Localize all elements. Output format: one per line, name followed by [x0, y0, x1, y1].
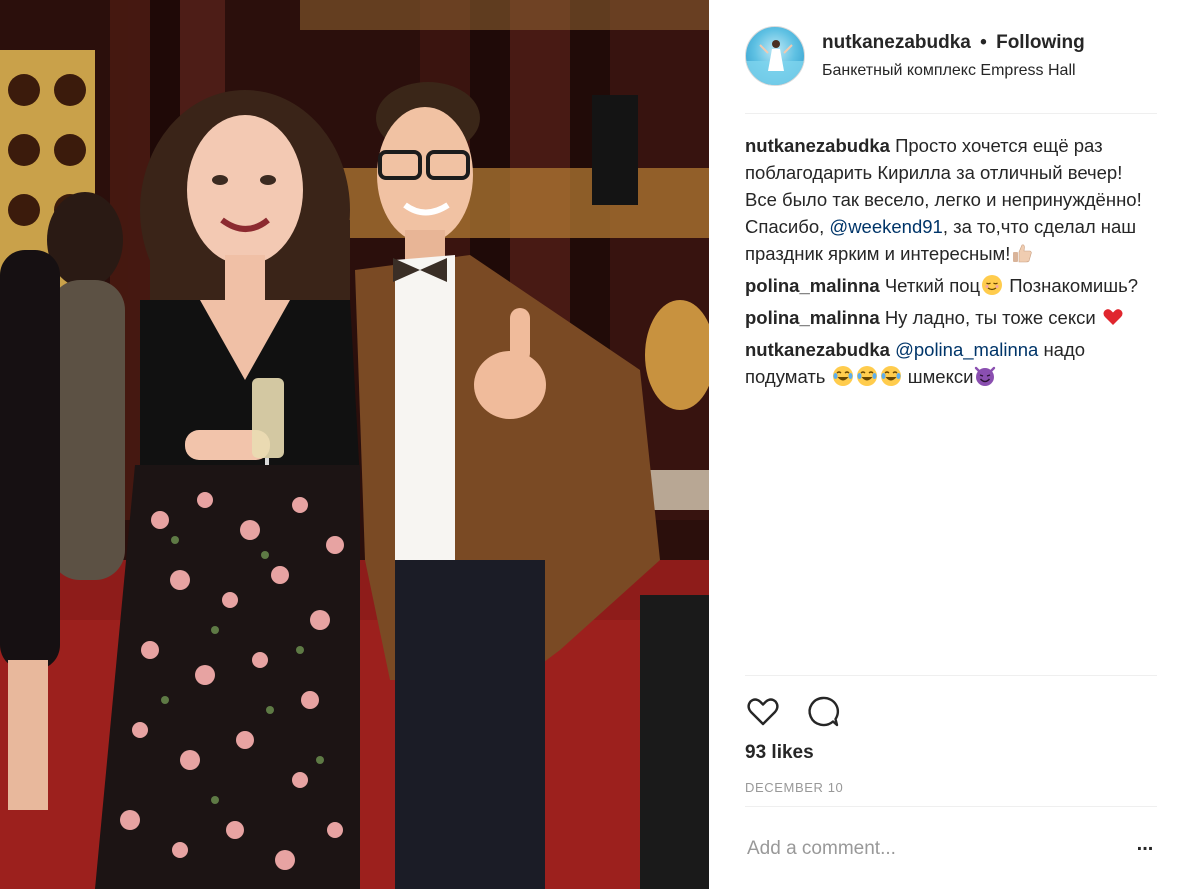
comment-text: Ну ладно, ты тоже секси: [884, 307, 1101, 328]
header-separator: •: [980, 32, 987, 53]
tears-of-joy-emoji-icon: [856, 365, 878, 387]
post-date: DECEMBER 10: [745, 780, 844, 795]
like-button[interactable]: [745, 694, 781, 730]
comment-bubble-icon: [808, 696, 840, 727]
more-options-button[interactable]: ...: [1133, 834, 1157, 861]
add-comment-bar: ...: [745, 806, 1157, 889]
author-avatar[interactable]: [745, 26, 805, 86]
following-button[interactable]: Following: [996, 32, 1085, 53]
tears-of-joy-emoji-icon: [832, 365, 854, 387]
photo-scene: [0, 0, 709, 889]
tears-of-joy-emoji-icon: [880, 365, 902, 387]
comment-username[interactable]: nutkanezabudka: [745, 135, 890, 156]
post-sidebar: nutkanezabudka • Following Банкетный ком…: [709, 0, 1200, 889]
comment-item: nutkanezabudka @polina_malinna надо поду…: [745, 336, 1157, 390]
avatar-image-icon: [746, 40, 804, 85]
thumbs-up-emoji-icon: [1011, 242, 1033, 264]
post-location[interactable]: Банкетный комплекс Empress Hall: [822, 62, 1076, 80]
comment-item: polina_malinna Четкий поц Познакомишь?: [745, 272, 1157, 299]
add-comment-input[interactable]: [747, 835, 1107, 863]
post-header: nutkanezabudka • Following Банкетный ком…: [745, 26, 1157, 114]
comment-mention[interactable]: @weekend91: [829, 216, 942, 237]
comment-username[interactable]: nutkanezabudka: [745, 339, 890, 360]
comment-text: Познакомишь?: [1004, 275, 1139, 296]
comment-username[interactable]: polina_malinna: [745, 307, 880, 328]
comment-text: шмекси: [902, 366, 974, 387]
comment-item: polina_malinna Ну ладно, ты тоже секси: [745, 304, 1157, 331]
heart-icon: [747, 698, 779, 726]
comment-username[interactable]: polina_malinna: [745, 275, 880, 296]
author-username[interactable]: nutkanezabudka: [822, 32, 971, 53]
red-heart-emoji-icon: [1102, 306, 1124, 328]
smiling-imp-emoji-icon: [974, 365, 996, 387]
relieved-face-emoji-icon: [981, 274, 1003, 296]
comment-text: Четкий поц: [884, 275, 981, 296]
author-line: nutkanezabudka • Following: [822, 32, 1085, 54]
comment-mention[interactable]: @polina_malinna: [895, 339, 1038, 360]
caption-comment: nutkanezabudka Просто хочется ещё раз по…: [745, 132, 1157, 267]
post-photo[interactable]: [0, 0, 709, 889]
comment-button[interactable]: [805, 694, 841, 730]
likes-count[interactable]: 93 likes: [745, 742, 814, 764]
comment-list: nutkanezabudka Просто хочется ещё раз по…: [745, 132, 1157, 395]
